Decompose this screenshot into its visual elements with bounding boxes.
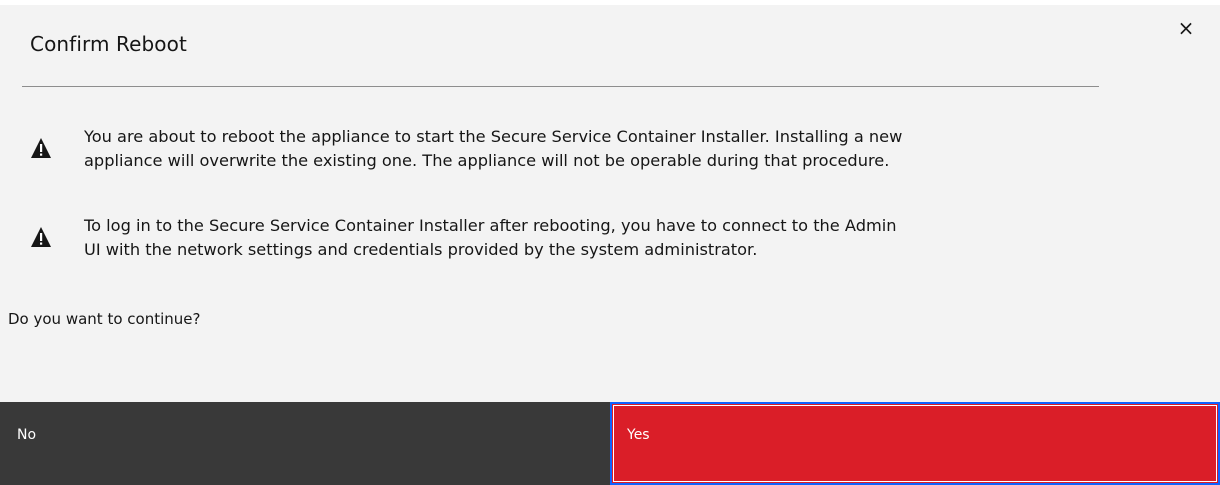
confirm-reboot-dialog: Confirm Reboot × You are about to reboot… [0,0,1220,485]
dialog-title: Confirm Reboot [30,32,187,56]
warning-icon [31,227,51,247]
warning-icon [31,138,51,158]
warning-text: You are about to reboot the appliance to… [84,127,903,170]
title-divider [22,86,1099,87]
close-icon[interactable]: × [1176,18,1196,38]
warning-message: You are about to reboot the appliance to… [30,125,1114,173]
warning-message: To log in to the Secure Service Containe… [30,214,1114,262]
confirmation-question: Do you want to continue? [8,310,201,328]
yes-button[interactable]: Yes [610,402,1220,485]
top-strip [0,0,1220,5]
no-button[interactable]: No [0,402,610,485]
warning-text: To log in to the Secure Service Containe… [84,216,897,259]
